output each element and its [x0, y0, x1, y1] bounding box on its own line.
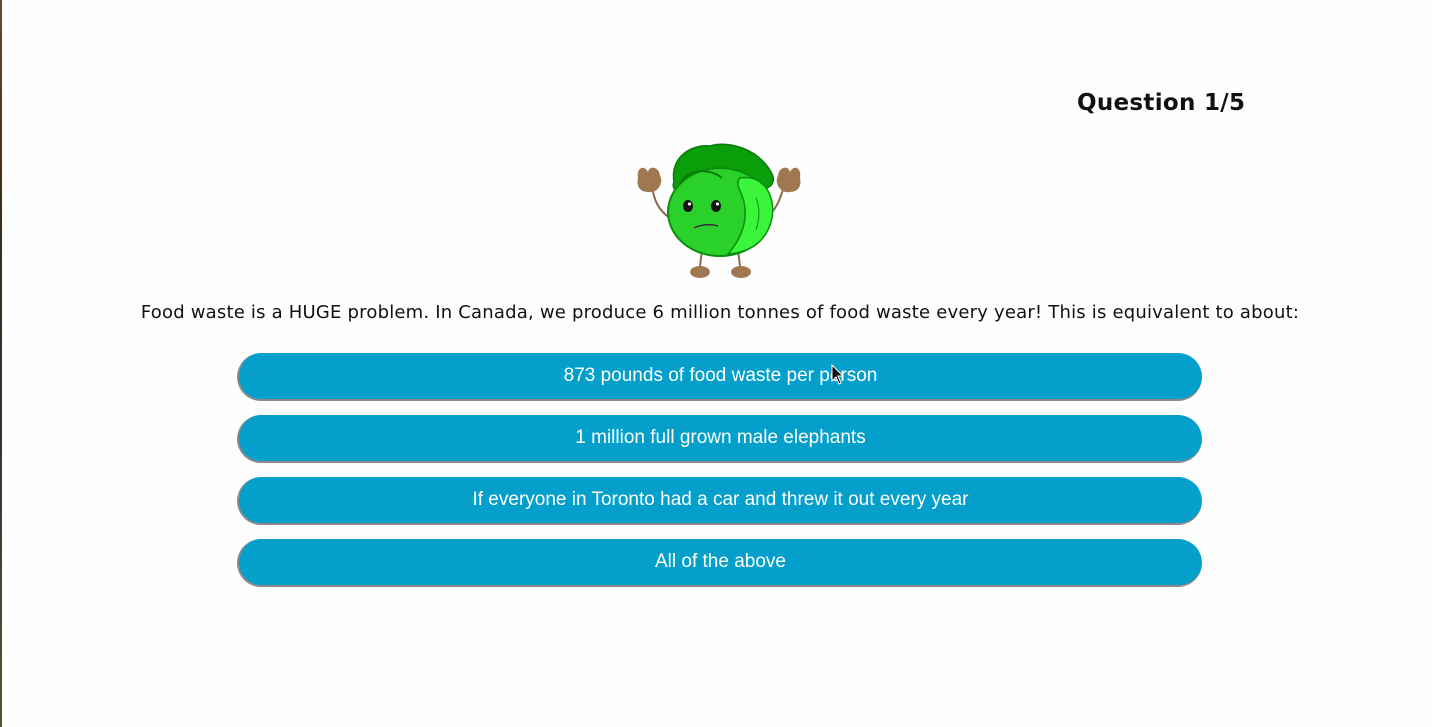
question-text: Food waste is a HUGE problem. In Canada,…	[140, 302, 1300, 323]
question-counter: Question 1/5	[1077, 90, 1246, 116]
answer-button-1[interactable]: 873 pounds of food waste per person	[237, 353, 1202, 401]
answer-button-3[interactable]: If everyone in Toronto had a car and thr…	[237, 477, 1202, 525]
window-edge	[0, 0, 2, 727]
mouse-pointer-icon	[831, 364, 845, 385]
answer-button-2[interactable]: 1 million full grown male elephants	[237, 415, 1202, 463]
lettuce-character-icon	[637, 143, 801, 278]
quiz-page: Question 1/5 Food waste is a HUGE proble…	[0, 0, 1432, 727]
answer-button-4[interactable]: All of the above	[237, 539, 1202, 587]
answer-list: 873 pounds of food waste per person 1 mi…	[237, 353, 1202, 601]
